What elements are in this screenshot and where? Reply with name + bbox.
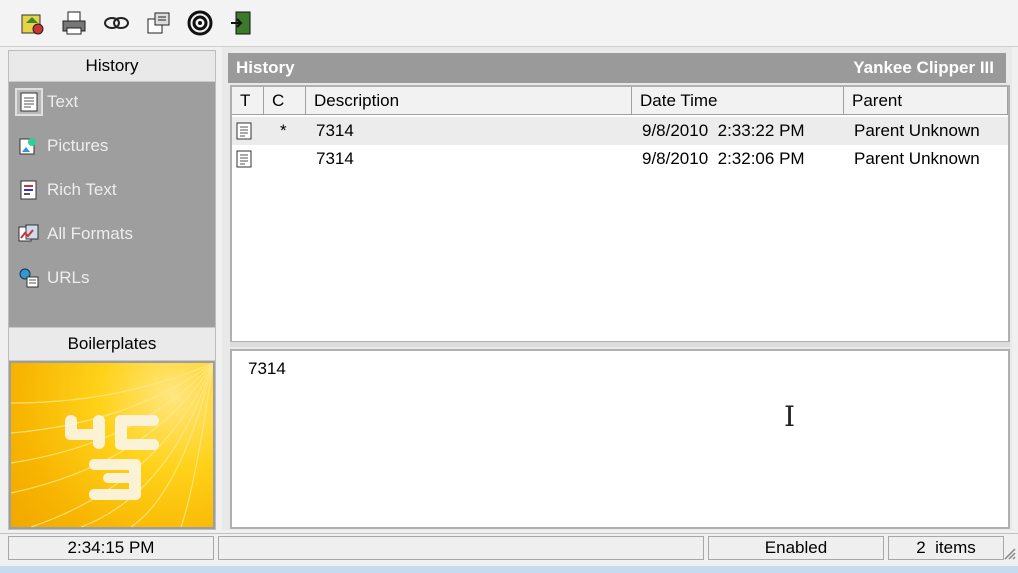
app-name: Yankee Clipper III	[853, 58, 994, 77]
row-parent: Parent Unknown	[854, 121, 980, 140]
text-doc-icon	[236, 122, 252, 140]
pictures-icon	[17, 134, 41, 158]
sidebar-item-rich-text[interactable]: Rich Text	[17, 173, 207, 207]
sidebar-item-pictures[interactable]: Pictures	[17, 129, 207, 163]
sidebar-item-all-formats[interactable]: All Formats	[17, 217, 207, 251]
rich-text-icon	[17, 178, 41, 202]
options-icon[interactable]	[16, 7, 48, 39]
main-panel: History Yankee Clipper III T C Descripti…	[222, 47, 1012, 530]
panel-title: History	[236, 58, 295, 77]
target-icon[interactable]	[184, 7, 216, 39]
print-icon[interactable]	[58, 7, 90, 39]
yc3-logo	[11, 363, 213, 527]
status-bar: 2:34:15 PM Enabled 2 items	[0, 533, 1018, 564]
status-item-count: 2 items	[888, 536, 1004, 560]
sidebar-item-label: All Formats	[47, 224, 133, 243]
sidebar-item-label: Pictures	[47, 136, 109, 155]
row-description: 7314	[316, 149, 354, 168]
row-datetime: 9/8/2010 2:33:22 PM	[642, 121, 805, 140]
table-row[interactable]: * 7314 9/8/2010 2:33:22 PM Parent Unknow…	[232, 117, 1008, 145]
pane-splitter[interactable]	[230, 342, 1010, 347]
clipboard-link-icon[interactable]	[100, 7, 132, 39]
sidebar-item-label: Text	[47, 92, 79, 111]
row-parent: Parent Unknown	[854, 149, 980, 168]
sidebar-item-urls[interactable]: URLs	[17, 261, 207, 295]
all-formats-icon	[17, 222, 41, 246]
sidebar-header-history[interactable]: History	[9, 51, 215, 82]
column-header-datetime[interactable]: Date Time	[632, 87, 844, 115]
status-message	[218, 536, 704, 560]
sidebar-item-label: Rich Text	[47, 180, 117, 199]
clip-detail-pane[interactable]: 7314 I	[230, 349, 1010, 529]
properties-icon[interactable]	[142, 7, 174, 39]
exit-icon[interactable]	[226, 7, 258, 39]
row-clipped-marker: *	[280, 121, 287, 140]
history-list[interactable]: T C Description Date Time Parent * 7314 …	[230, 85, 1010, 343]
column-header-parent[interactable]: Parent	[844, 87, 1008, 115]
taskbar-strip	[0, 566, 1018, 573]
urls-icon	[17, 266, 41, 290]
clip-detail-text: 7314	[248, 359, 286, 378]
text-cursor-icon: I	[784, 400, 796, 433]
text-doc-icon	[15, 88, 43, 116]
row-datetime: 9/8/2010 2:32:06 PM	[642, 149, 805, 168]
title-bar: History Yankee Clipper III	[228, 53, 1006, 83]
table-row[interactable]: 7314 9/8/2010 2:32:06 PM Parent Unknown	[232, 145, 1008, 173]
row-description: 7314	[316, 121, 354, 140]
sidebar-item-label: URLs	[47, 268, 90, 287]
sidebar: History Text Pictures Rich Text All Form…	[8, 50, 216, 530]
column-header-t[interactable]: T	[232, 87, 264, 115]
column-header-description[interactable]: Description	[306, 87, 632, 115]
sidebar-item-text[interactable]: Text	[15, 85, 207, 119]
status-enabled: Enabled	[708, 536, 884, 560]
column-header-c[interactable]: C	[264, 87, 306, 115]
status-time: 2:34:15 PM	[8, 536, 214, 560]
resize-grip-icon[interactable]	[1004, 548, 1016, 560]
text-doc-icon	[236, 150, 252, 168]
sidebar-header-boilerplates[interactable]: Boilerplates	[9, 327, 215, 361]
toolbar	[0, 0, 1018, 47]
